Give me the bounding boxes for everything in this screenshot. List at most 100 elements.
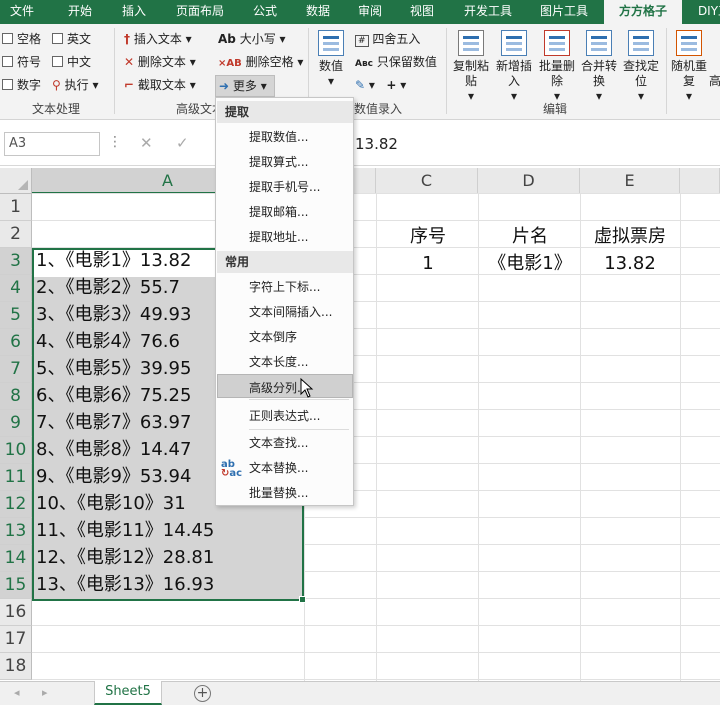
batch-delete-button[interactable]: 批量删除 ▾ xyxy=(536,30,578,104)
cell-a9[interactable]: 7、《电影7》63.97 xyxy=(36,410,191,436)
more-options-icon[interactable]: ⋮ xyxy=(108,134,122,150)
row-header-11[interactable]: 11 xyxy=(0,464,32,491)
cell-a11[interactable]: 9、《电影9》53.94 xyxy=(36,464,191,490)
tab-view[interactable]: 视图 xyxy=(400,0,444,24)
tab-data[interactable]: 数据 xyxy=(296,0,340,24)
column-header-f[interactable] xyxy=(680,168,720,194)
tab-page-layout[interactable]: 页面布局 xyxy=(168,0,232,24)
checkbox-chinese[interactable]: 中文 xyxy=(52,54,91,70)
more-button[interactable]: ➜ 更多 ▾ xyxy=(215,75,275,97)
cell-d3[interactable]: 《电影1》 xyxy=(480,251,580,277)
execute-button[interactable]: ⚲ 执行 ▾ xyxy=(52,77,98,93)
add-sheet-icon[interactable]: + xyxy=(194,685,211,702)
tab-insert[interactable]: 插入 xyxy=(112,0,156,24)
tab-diy[interactable]: DIY工 xyxy=(684,0,720,24)
row-header-18[interactable]: 18 xyxy=(0,653,32,680)
menu-item-common-2[interactable]: 文本倒序 xyxy=(249,328,297,345)
row-header-8[interactable]: 8 xyxy=(0,383,32,410)
sheet-tab-sheet5[interactable]: Sheet5 xyxy=(94,681,162,705)
checkbox-space[interactable]: 空格 xyxy=(2,31,41,47)
row-header-10[interactable]: 10 xyxy=(0,437,32,464)
checkbox-english[interactable]: 英文 xyxy=(52,31,91,47)
cell-a13[interactable]: 11、《电影11》14.45 xyxy=(36,518,214,544)
row-header-14[interactable]: 14 xyxy=(0,545,32,572)
row-header-6[interactable]: 6 xyxy=(0,329,32,356)
cell-d2[interactable]: 片名 xyxy=(480,224,580,250)
scroll-left-icon[interactable]: ◂ xyxy=(14,686,20,699)
menu-item-common-8[interactable]: 批量替换... xyxy=(249,484,308,501)
cell-a3[interactable]: 1、《电影1》13.82 xyxy=(36,248,191,274)
tab-file[interactable]: 文件 xyxy=(0,0,44,24)
column-header-e[interactable]: E xyxy=(580,168,680,194)
high-button[interactable]: 高 xyxy=(708,74,720,89)
cancel-icon[interactable]: ✕ xyxy=(140,134,153,152)
round-button[interactable]: # 四舍五入 xyxy=(355,31,420,49)
insert-text-button[interactable]: † 插入文本 ▾ xyxy=(124,31,192,47)
row-header-9[interactable]: 9 xyxy=(0,410,32,437)
find-locate-button[interactable]: 查找定位 ▾ xyxy=(620,30,662,104)
row-header-16[interactable]: 16 xyxy=(0,599,32,626)
cell-a5[interactable]: 3、《电影3》49.93 xyxy=(36,302,191,328)
keep-value-button[interactable]: Aвc 只保留数值 xyxy=(355,54,437,72)
row-header-4[interactable]: 4 xyxy=(0,275,32,302)
delete-text-button[interactable]: ✕ 删除文本 ▾ xyxy=(124,54,196,70)
cell-a10[interactable]: 8、《电影8》14.47 xyxy=(36,437,191,463)
checkbox-number[interactable]: 数字 xyxy=(2,77,41,93)
cell-e3[interactable]: 13.82 xyxy=(582,251,678,277)
cell-a15[interactable]: 13、《电影13》16.93 xyxy=(36,572,214,598)
menu-item-common-5[interactable]: 正则表达式... xyxy=(249,407,320,424)
confirm-icon[interactable]: ✓ xyxy=(176,134,189,152)
row-header-13[interactable]: 13 xyxy=(0,518,32,545)
cell-a14[interactable]: 12、《电影12》28.81 xyxy=(36,545,214,571)
new-insert-button[interactable]: 新增插入 ▾ xyxy=(493,30,535,104)
cut-text-button[interactable]: ⌐ 截取文本 ▾ xyxy=(124,77,196,93)
tab-review[interactable]: 审阅 xyxy=(348,0,392,24)
cell-a6[interactable]: 4、《电影4》76.6 xyxy=(36,329,180,355)
cell-a7[interactable]: 5、《电影5》39.95 xyxy=(36,356,191,382)
select-all-corner[interactable] xyxy=(0,168,32,194)
tab-formulas[interactable]: 公式 xyxy=(243,0,287,24)
row-header-12[interactable]: 12 xyxy=(0,491,32,518)
menu-item-common-7[interactable]: 文本替换... xyxy=(249,459,308,476)
merge-convert-button[interactable]: 合并转换 ▾ xyxy=(578,30,620,104)
cell-c2[interactable]: 序号 xyxy=(378,224,478,250)
row-header-3[interactable]: 3 xyxy=(0,248,32,275)
name-box[interactable]: A3 xyxy=(4,132,100,156)
menu-item-extract-3[interactable]: 提取邮箱... xyxy=(249,203,308,220)
column-header-c[interactable]: C xyxy=(376,168,478,194)
menu-item-common-0[interactable]: 字符上下标... xyxy=(249,278,320,295)
fill-handle[interactable] xyxy=(299,596,306,603)
tab-picture-tools[interactable]: 图片工具 xyxy=(532,0,596,24)
copy-paste-button[interactable]: 复制粘贴 ▾ xyxy=(450,30,492,104)
menu-item-common-1[interactable]: 文本间隔插入... xyxy=(249,303,332,320)
menu-item-extract-1[interactable]: 提取算式... xyxy=(249,153,308,170)
menu-item-common-6[interactable]: 文本查找... xyxy=(249,434,308,451)
row-header-17[interactable]: 17 xyxy=(0,626,32,653)
cell-a8[interactable]: 6、《电影6》75.25 xyxy=(36,383,191,409)
row-header-15[interactable]: 15 xyxy=(0,572,32,599)
menu-item-common-3[interactable]: 文本长度... xyxy=(249,353,308,370)
value-button[interactable]: 数值 ▾ xyxy=(313,30,349,89)
row-header-1[interactable]: 1 xyxy=(0,194,32,221)
column-header-d[interactable]: D xyxy=(478,168,580,194)
row-header-2[interactable]: 2 xyxy=(0,221,32,248)
cell-a12[interactable]: 10、《电影10》31 xyxy=(36,491,186,517)
scroll-right-icon[interactable]: ▸ xyxy=(42,686,48,699)
cell-c3[interactable]: 1 xyxy=(378,251,478,277)
random-repeat-button[interactable]: 随机重复 ▾ xyxy=(670,30,708,104)
menu-item-extract-2[interactable]: 提取手机号... xyxy=(249,178,320,195)
checkbox-symbol[interactable]: 符号 xyxy=(2,54,41,70)
tab-developer[interactable]: 开发工具 xyxy=(456,0,520,24)
row-header-7[interactable]: 7 xyxy=(0,356,32,383)
cell-a4[interactable]: 2、《电影2》55.7 xyxy=(36,275,180,301)
case-button[interactable]: Ab 大小写 ▾ xyxy=(218,31,286,47)
row-header-5[interactable]: 5 xyxy=(0,302,32,329)
tab-home[interactable]: 开始 xyxy=(58,0,102,24)
edit-value-button[interactable]: ✎ ▾ + ▾ xyxy=(355,77,406,93)
tab-fangfangezi[interactable]: 方方格子 xyxy=(604,0,682,24)
menu-item-extract-4[interactable]: 提取地址... xyxy=(249,228,308,245)
formula-input[interactable]: 13.82 xyxy=(355,132,398,156)
menu-item-extract-0[interactable]: 提取数值... xyxy=(249,128,308,145)
delete-space-button[interactable]: ×AB 删除空格 ▾ xyxy=(218,54,303,72)
cell-e2[interactable]: 虚拟票房 xyxy=(582,224,678,250)
